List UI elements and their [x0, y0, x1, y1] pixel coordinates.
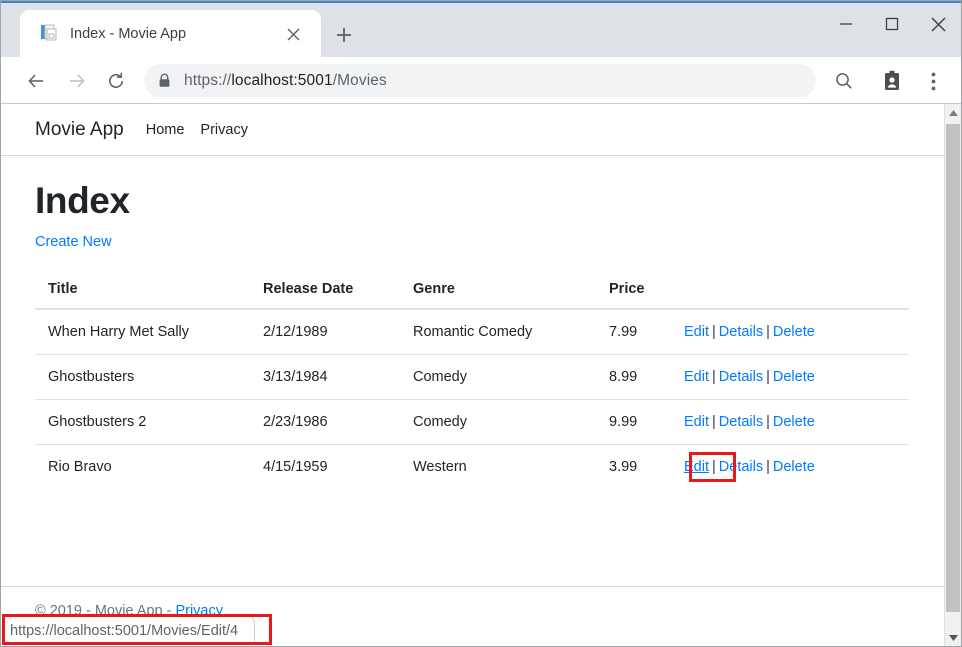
scrollbar-thumb[interactable]	[946, 124, 960, 612]
address-bar[interactable]: https://localhost:5001/Movies	[144, 64, 816, 97]
search-zoom-icon[interactable]	[829, 66, 859, 96]
edit-link[interactable]: Edit	[684, 324, 709, 340]
browser-tab-active[interactable]: Index - Movie App	[20, 10, 321, 57]
three-dot-menu-icon[interactable]	[918, 66, 948, 96]
cell-release-date: 2/23/1986	[263, 400, 413, 445]
close-window-button[interactable]	[915, 1, 961, 47]
column-header-genre: Genre	[413, 270, 609, 309]
scroll-down-arrow-icon[interactable]	[945, 629, 961, 646]
forward-button	[62, 66, 92, 96]
cell-actions: Edit|Details|Delete	[684, 355, 909, 400]
reload-button[interactable]	[101, 66, 131, 96]
web-page: Movie App Home Privacy Index Create New …	[1, 104, 944, 646]
window-controls	[823, 1, 961, 47]
movies-table: Title Release Date Genre Price When Harr…	[35, 270, 909, 489]
delete-link[interactable]: Delete	[773, 324, 815, 340]
address-bar-url: https://localhost:5001/Movies	[184, 72, 387, 90]
profile-badge-icon[interactable]	[877, 66, 907, 96]
page-scrollbar[interactable]	[944, 104, 961, 646]
table-row: Ghostbusters 3/13/1984 Comedy 8.99 Edit|…	[35, 355, 909, 400]
browser-toolbar: https://localhost:5001/Movies	[1, 57, 961, 104]
table-header: Title Release Date Genre Price	[35, 270, 909, 309]
url-scheme: https://	[184, 72, 231, 89]
cell-title: Ghostbusters 2	[35, 400, 263, 445]
page-viewport: Movie App Home Privacy Index Create New …	[1, 104, 961, 646]
cell-release-date: 2/12/1989	[263, 309, 413, 355]
cell-release-date: 3/13/1984	[263, 355, 413, 400]
cell-genre: Western	[413, 445, 609, 490]
cell-actions: Edit|Details|Delete	[684, 309, 909, 355]
table-row: When Harry Met Sally 2/12/1989 Romantic …	[35, 309, 909, 355]
browser-window: Index - Movie App	[0, 0, 962, 647]
edit-link[interactable]: Edit	[684, 369, 709, 385]
table-row: Ghostbusters 2 2/23/1986 Comedy 9.99 Edi…	[35, 400, 909, 445]
cell-price: 8.99	[609, 355, 684, 400]
column-header-price: Price	[609, 270, 684, 309]
site-brand[interactable]: Movie App	[35, 119, 124, 141]
scroll-up-arrow-icon[interactable]	[945, 104, 961, 121]
close-tab-icon[interactable]	[282, 23, 304, 45]
cell-title: Ghostbusters	[35, 355, 263, 400]
action-separator: |	[712, 459, 716, 475]
cell-price: 3.99	[609, 445, 684, 490]
action-separator: |	[712, 414, 716, 430]
status-bar-url: https://localhost:5001/Movies/Edit/4	[2, 615, 255, 645]
details-link[interactable]: Details	[719, 369, 763, 385]
table-row: Rio Bravo 4/15/1959 Western 3.99 Edit|De…	[35, 445, 909, 490]
delete-link[interactable]: Delete	[773, 369, 815, 385]
cell-genre: Romantic Comedy	[413, 309, 609, 355]
action-separator: |	[766, 459, 770, 475]
action-separator: |	[712, 324, 716, 340]
delete-link[interactable]: Delete	[773, 414, 815, 430]
cell-release-date: 4/15/1959	[263, 445, 413, 490]
edit-link-hovered[interactable]: Edit	[684, 459, 709, 475]
page-title: Index	[35, 180, 944, 222]
nav-link-home[interactable]: Home	[146, 122, 185, 138]
action-separator: |	[766, 414, 770, 430]
action-separator: |	[766, 369, 770, 385]
back-button[interactable]	[21, 66, 51, 96]
new-tab-button[interactable]	[330, 21, 358, 49]
cell-price: 7.99	[609, 309, 684, 355]
column-header-title: Title	[35, 270, 263, 309]
delete-link[interactable]: Delete	[773, 459, 815, 475]
action-separator: |	[712, 369, 716, 385]
minimize-button[interactable]	[823, 1, 869, 47]
column-header-actions	[684, 270, 909, 309]
cell-price: 9.99	[609, 400, 684, 445]
create-new-link[interactable]: Create New	[35, 234, 112, 250]
tab-title: Index - Movie App	[70, 10, 186, 57]
table-body: When Harry Met Sally 2/12/1989 Romantic …	[35, 309, 909, 489]
nav-link-privacy[interactable]: Privacy	[200, 122, 248, 138]
cell-genre: Comedy	[413, 355, 609, 400]
details-link[interactable]: Details	[719, 324, 763, 340]
cell-actions: Edit|Details|Delete	[684, 445, 909, 490]
cell-title: When Harry Met Sally	[35, 309, 263, 355]
document-favicon	[39, 23, 59, 43]
details-link[interactable]: Details	[719, 414, 763, 430]
details-link[interactable]: Details	[719, 459, 763, 475]
tab-strip: Index - Movie App	[1, 1, 961, 57]
cell-title: Rio Bravo	[35, 445, 263, 490]
column-header-release-date: Release Date	[263, 270, 413, 309]
site-navbar: Movie App Home Privacy	[1, 104, 944, 156]
cell-genre: Comedy	[413, 400, 609, 445]
table-header-row: Title Release Date Genre Price	[35, 270, 909, 309]
lock-icon	[144, 73, 184, 88]
page-content: Index Create New Title Release Date Genr…	[1, 180, 944, 489]
action-separator: |	[766, 324, 770, 340]
maximize-button[interactable]	[869, 1, 915, 47]
cell-actions: Edit|Details|Delete	[684, 400, 909, 445]
url-path: /Movies	[333, 72, 387, 89]
edit-link[interactable]: Edit	[684, 414, 709, 430]
window-accent-bar	[1, 1, 961, 3]
url-host: localhost:5001	[231, 72, 332, 89]
